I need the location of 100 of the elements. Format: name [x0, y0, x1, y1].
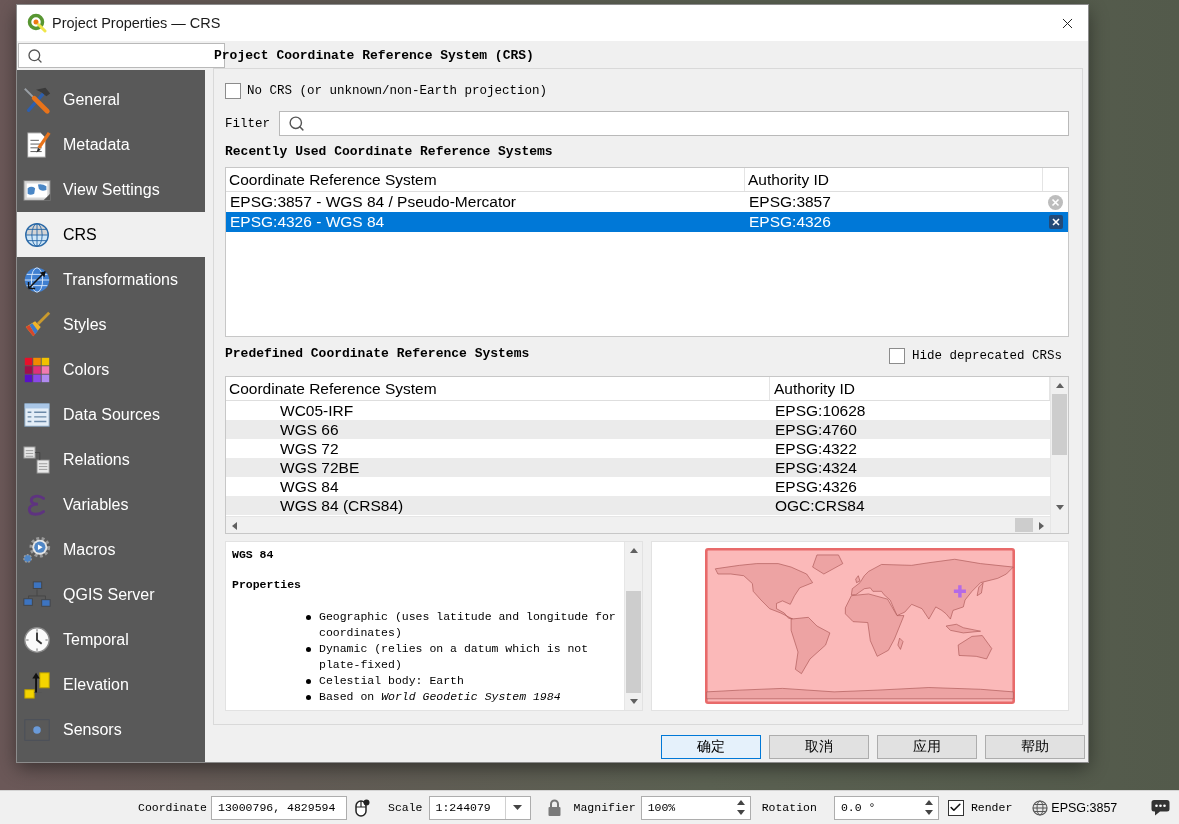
app-logo-icon — [27, 13, 47, 33]
sidebar-item[interactable]: QGIS Server — [17, 572, 205, 617]
table-cell-text: WGS 84 — [279, 477, 340, 496]
scroll-down-icon[interactable] — [629, 699, 638, 704]
section-heading: Project Coordinate Reference System (CRS) — [214, 48, 534, 64]
coordinate-field[interactable]: 13000796, 4829594 — [211, 795, 347, 820]
horizontal-scrollbar[interactable] — [226, 516, 1050, 533]
sidebar-item[interactable]: Relations — [17, 437, 205, 482]
gear-play-icon — [22, 534, 52, 565]
table-cell-text: EPSG:10628 — [774, 401, 867, 420]
sidebar-item[interactable]: Sensors — [17, 707, 205, 752]
remove-icon[interactable] — [1048, 215, 1063, 229]
scroll-up-icon[interactable] — [629, 548, 638, 553]
spin-arrows-icon[interactable] — [924, 800, 933, 815]
dialog-button[interactable]: 确定 — [661, 735, 761, 759]
bullet-text: Dynamic (relies on a datum which is not plate-fixed) — [319, 641, 590, 673]
sidebar-item[interactable]: Variables — [17, 482, 205, 527]
table-row[interactable]: WGS 72BE EPSG:4324 — [226, 458, 1050, 477]
rotation-spinbox[interactable]: 0.0 ° — [833, 795, 939, 820]
table-cell-text: WGS 84 (CRS84) — [279, 496, 405, 515]
sidebar-item[interactable]: Colors — [17, 347, 205, 392]
network-computers-icon — [22, 579, 52, 610]
checkbox-label[interactable]: Render — [970, 801, 1013, 814]
table-cell-text: EPSG:4324 — [774, 458, 858, 477]
section-title: Predefined Coordinate Reference Systems — [225, 347, 530, 361]
scrollbar-thumb[interactable] — [1052, 394, 1067, 455]
table-cell-text: EPSG:4326 - WGS 84 — [229, 212, 386, 232]
lock-icon[interactable] — [547, 799, 561, 816]
elevation-arrow-icon — [22, 669, 52, 700]
sidebar-item[interactable]: Metadata — [17, 122, 205, 167]
table-cell-text: WGS 72BE — [279, 458, 361, 477]
bullet-icon — [306, 679, 311, 684]
search-icon — [27, 47, 43, 64]
table-cell-text: EPSG:4326 — [748, 212, 832, 232]
dialog-button[interactable]: 应用 — [877, 735, 977, 759]
clock-icon — [22, 624, 52, 655]
globe-icon[interactable] — [1032, 799, 1049, 816]
field-label: Scale — [388, 801, 423, 814]
dropdown-arrow-icon — [513, 805, 523, 810]
table-cell-text: EPSG:3857 - WGS 84 / Pseudo-Mercator — [229, 192, 517, 212]
checkbox-label[interactable]: No CRS (or unknown/non-Earth projection) — [247, 84, 548, 98]
table-row[interactable]: WGS 66 EPSG:4760 — [226, 420, 1050, 439]
column-header[interactable]: Coordinate Reference System — [226, 377, 770, 400]
dialog-button[interactable]: 取消 — [769, 735, 869, 759]
bullet-icon — [306, 615, 311, 620]
globe-arrows-icon — [22, 264, 52, 295]
scrollbar-thumb[interactable] — [1015, 518, 1033, 532]
sidebar-item[interactable]: View Settings — [17, 167, 205, 212]
mouse-icon[interactable] — [354, 797, 370, 818]
message-icon[interactable] — [1151, 799, 1170, 816]
scroll-up-icon[interactable] — [1055, 383, 1064, 388]
crs-name: WGS 84 — [232, 547, 274, 563]
table-cell-text: EPSG:3857 — [748, 192, 832, 212]
column-header[interactable]: Coordinate Reference System — [226, 168, 745, 191]
filter-field[interactable] — [279, 111, 1069, 136]
check-icon — [949, 801, 963, 814]
field-label: Rotation — [761, 801, 817, 814]
scroll-right-icon[interactable] — [1039, 521, 1044, 530]
field-label: Coordinate — [138, 801, 207, 814]
field-label: Magnifier — [573, 801, 636, 814]
sidebar-item[interactable]: Data Sources — [17, 392, 205, 437]
bullet-icon — [306, 695, 311, 700]
table-row[interactable]: WGS 84 (CRS84) OGC:CRS84 — [226, 496, 1050, 515]
window-title: Project Properties — CRS — [52, 15, 221, 31]
details-heading: Properties — [232, 577, 301, 593]
sidebar-item[interactable]: Elevation — [17, 662, 205, 707]
table-cell-text: WGS 72 — [279, 439, 340, 458]
vertical-scrollbar[interactable] — [624, 542, 642, 710]
location-cross-icon — [952, 583, 968, 600]
scroll-left-icon[interactable] — [232, 521, 237, 530]
linked-tables-icon — [22, 444, 52, 475]
scale-combobox[interactable]: 1:244079 — [428, 795, 531, 820]
sidebar-item[interactable]: Transformations — [17, 257, 205, 302]
sidebar-item[interactable]: Temporal — [17, 617, 205, 662]
sidebar-item[interactable]: General — [17, 77, 205, 122]
sidebar-item[interactable]: CRS — [17, 212, 205, 257]
vertical-scrollbar[interactable] — [1050, 377, 1068, 533]
spin-arrows-icon[interactable] — [736, 800, 745, 815]
table-cell-text: EPSG:4760 — [774, 420, 858, 439]
column-header[interactable]: Authority ID — [745, 168, 1043, 191]
checkbox[interactable] — [947, 799, 964, 816]
scrollbar-thumb[interactable] — [626, 591, 641, 693]
section-title: Recently Used Coordinate Reference Systems — [225, 145, 553, 159]
checkbox[interactable] — [225, 83, 241, 99]
checkbox-label[interactable]: Hide deprecated CRSs — [911, 349, 1062, 363]
dialog-button[interactable]: 帮助 — [985, 735, 1085, 759]
sidebar-item[interactable]: Styles — [17, 302, 205, 347]
magnifier-spinbox[interactable]: 100% — [640, 795, 751, 820]
scroll-down-icon[interactable] — [1055, 505, 1064, 510]
field-label: Filter — [225, 116, 270, 131]
checkbox[interactable] — [888, 348, 905, 364]
table-cell-text: EPSG:4322 — [774, 439, 858, 458]
sidebar-item[interactable]: Macros — [17, 527, 205, 572]
table-cell-text: WC05-IRF — [279, 401, 355, 420]
table-cell-text: WGS 66 — [279, 420, 340, 439]
table-cell-text: EPSG:4326 — [774, 477, 858, 496]
table-row[interactable]: EPSG:4326 - WGS 84 EPSG:4326 — [226, 212, 1068, 232]
bullet-text: Geographic (uses latitude and longitude for coordinates) — [319, 609, 617, 641]
crs-indicator[interactable]: EPSG:3857 — [1051, 800, 1118, 815]
bullet-text: Based on World Geodetic System 1984 — [319, 689, 562, 705]
